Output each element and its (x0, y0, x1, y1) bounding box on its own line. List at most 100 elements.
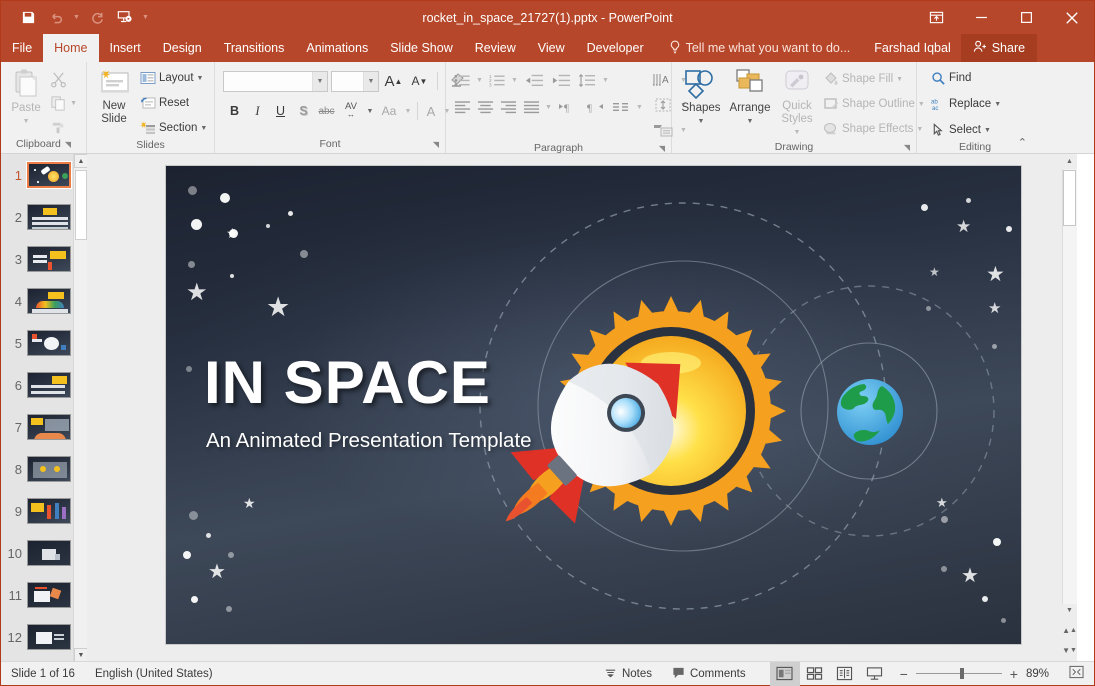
thumbnail-image[interactable] (27, 414, 71, 440)
strikethrough-button[interactable]: abc (315, 100, 338, 123)
share-button[interactable]: Share (961, 34, 1037, 62)
zoom-out-button[interactable]: − (900, 666, 908, 682)
paste-dropdown-icon[interactable]: ▼ (23, 115, 30, 128)
increase-font-size-button[interactable]: A▲ (382, 70, 405, 93)
comments-button[interactable]: Comments (662, 662, 756, 686)
align-left-icon[interactable] (451, 96, 473, 118)
align-center-icon[interactable] (474, 96, 496, 118)
arrange-dropdown-icon[interactable]: ▼ (747, 115, 754, 128)
zoom-in-button[interactable]: + (1010, 666, 1018, 682)
normal-view-icon[interactable] (770, 662, 800, 686)
scroll-down-icon[interactable]: ▼ (1062, 603, 1077, 618)
font-size-combo[interactable]: ▼ (331, 71, 379, 92)
decrease-indent-icon[interactable] (521, 69, 547, 91)
replace-button[interactable]: abac Replace ▼ (927, 93, 1005, 115)
tab-review[interactable]: Review (464, 34, 527, 62)
shape-effects-button[interactable]: Shape Effects ▼ (819, 118, 929, 140)
bullets-icon[interactable] (451, 69, 473, 91)
align-right-icon[interactable] (497, 96, 519, 118)
line-spacing-icon[interactable] (575, 69, 599, 91)
justify-dropdown-icon[interactable]: ▼ (543, 96, 554, 118)
slide-indicator[interactable]: Slide 1 of 16 (1, 662, 85, 686)
shape-fill-dropdown-icon[interactable]: ▼ (896, 76, 903, 83)
decrease-font-size-button[interactable]: A▼ (408, 70, 431, 93)
notes-button[interactable]: Notes (594, 662, 662, 686)
numbering-icon[interactable]: 123 (486, 69, 508, 91)
font-size-input[interactable] (332, 72, 363, 91)
scrollbar-thumb[interactable] (1063, 170, 1076, 226)
close-icon[interactable] (1049, 1, 1094, 34)
arrange-button[interactable]: Arrange ▼ (725, 66, 775, 130)
redo-icon[interactable] (84, 6, 110, 30)
restore-icon[interactable] (1004, 1, 1049, 34)
tab-file[interactable]: File (1, 34, 43, 62)
font-color-button[interactable]: A (421, 100, 441, 123)
zoom-control[interactable]: − + 89% (890, 662, 1059, 686)
line-spacing-dropdown-icon[interactable]: ▼ (600, 69, 611, 91)
thumbnail-panel-scrollbar[interactable]: ▲ ▼ (73, 154, 87, 662)
font-name-input[interactable] (224, 72, 312, 91)
quick-styles-button[interactable]: Quick Styles ▼ (775, 66, 819, 141)
font-dialog-launcher-icon[interactable]: ◥ (433, 140, 439, 149)
thumbnail-image[interactable] (27, 498, 71, 524)
thumbnail-scroll-down-icon[interactable]: ▼ (74, 648, 87, 662)
zoom-slider[interactable] (916, 673, 1002, 674)
quick-styles-dropdown-icon[interactable]: ▼ (794, 126, 801, 139)
font-name-dropdown-icon[interactable]: ▼ (312, 72, 327, 91)
tell-me-search[interactable]: Tell me what you want to do... (655, 34, 859, 62)
character-spacing-button[interactable]: AV↔ (338, 100, 364, 123)
tab-home[interactable]: Home (43, 34, 98, 62)
layout-button[interactable]: Layout ▼ (136, 67, 211, 89)
select-dropdown-icon[interactable]: ▼ (984, 127, 991, 134)
tab-animations[interactable]: Animations (295, 34, 379, 62)
thumbnail-image[interactable] (27, 288, 71, 314)
thumbnail-image[interactable] (27, 162, 71, 188)
ribbon-options-icon[interactable] (914, 1, 959, 34)
tab-developer[interactable]: Developer (576, 34, 655, 62)
character-spacing-dropdown-icon[interactable]: ▼ (364, 100, 376, 123)
thumbnail-image[interactable] (27, 372, 71, 398)
italic-button[interactable]: I (246, 100, 269, 123)
font-size-dropdown-icon[interactable]: ▼ (363, 72, 378, 91)
shapes-button[interactable]: Shapes ▼ (677, 66, 725, 130)
zoom-slider-handle[interactable] (960, 668, 964, 679)
thumbnail-image[interactable] (27, 330, 71, 356)
bold-button[interactable]: B (223, 100, 246, 123)
thumbnail-scroll-up-icon[interactable]: ▲ (74, 154, 87, 168)
change-case-dropdown-icon[interactable]: ▼ (402, 100, 414, 123)
scrollbar-track[interactable] (1062, 169, 1077, 604)
current-slide[interactable]: ★ ★ ★ ★ ★ ★ ★ ★ ★ ★ ★ (166, 166, 1021, 644)
cut-button[interactable] (46, 68, 81, 90)
undo-icon[interactable] (43, 6, 69, 30)
drawing-dialog-launcher-icon[interactable]: ◥ (904, 143, 910, 152)
scroll-up-icon[interactable]: ▲ (1062, 154, 1077, 169)
shape-fill-button[interactable]: Shape Fill ▼ (819, 68, 929, 90)
new-slide-button[interactable]: New Slide (92, 66, 136, 128)
thumbnail-image[interactable] (27, 246, 71, 272)
section-button[interactable]: Section ▼ (136, 117, 211, 139)
customize-qat-icon[interactable]: ▼ (140, 6, 151, 30)
slide-sorter-icon[interactable] (800, 662, 830, 686)
collapse-ribbon-button[interactable]: ⌃ (1018, 136, 1027, 149)
slide-subtitle-text[interactable]: An Animated Presentation Template (206, 429, 532, 453)
fit-to-window-button[interactable] (1059, 662, 1094, 686)
shapes-dropdown-icon[interactable]: ▼ (698, 115, 705, 128)
tab-transitions[interactable]: Transitions (213, 34, 296, 62)
numbering-dropdown-icon[interactable]: ▼ (509, 69, 520, 91)
shape-outline-button[interactable]: Shape Outline ▼ (819, 93, 929, 115)
ltr-icon[interactable]: ¶ (555, 96, 581, 118)
select-button[interactable]: Select ▼ (927, 119, 1005, 141)
layout-dropdown-icon[interactable]: ▼ (197, 75, 204, 82)
presentation-icon[interactable] (112, 6, 138, 30)
minimize-icon[interactable] (959, 1, 1004, 34)
thumbnail-image[interactable] (27, 624, 71, 650)
replace-dropdown-icon[interactable]: ▼ (994, 101, 1001, 108)
previous-slide-icon[interactable]: ▲▲ (1062, 623, 1077, 638)
thumbnail-image[interactable] (27, 204, 71, 230)
slide-show-icon[interactable] (860, 662, 890, 686)
columns-icon[interactable] (609, 96, 633, 118)
format-painter-button[interactable] (46, 116, 81, 138)
text-shadow-button[interactable]: S (292, 100, 315, 123)
change-case-button[interactable]: Aa (376, 100, 402, 123)
slide-area-scrollbar[interactable]: ▲ ▼ ▲▲ ▼▼ (1062, 154, 1077, 662)
